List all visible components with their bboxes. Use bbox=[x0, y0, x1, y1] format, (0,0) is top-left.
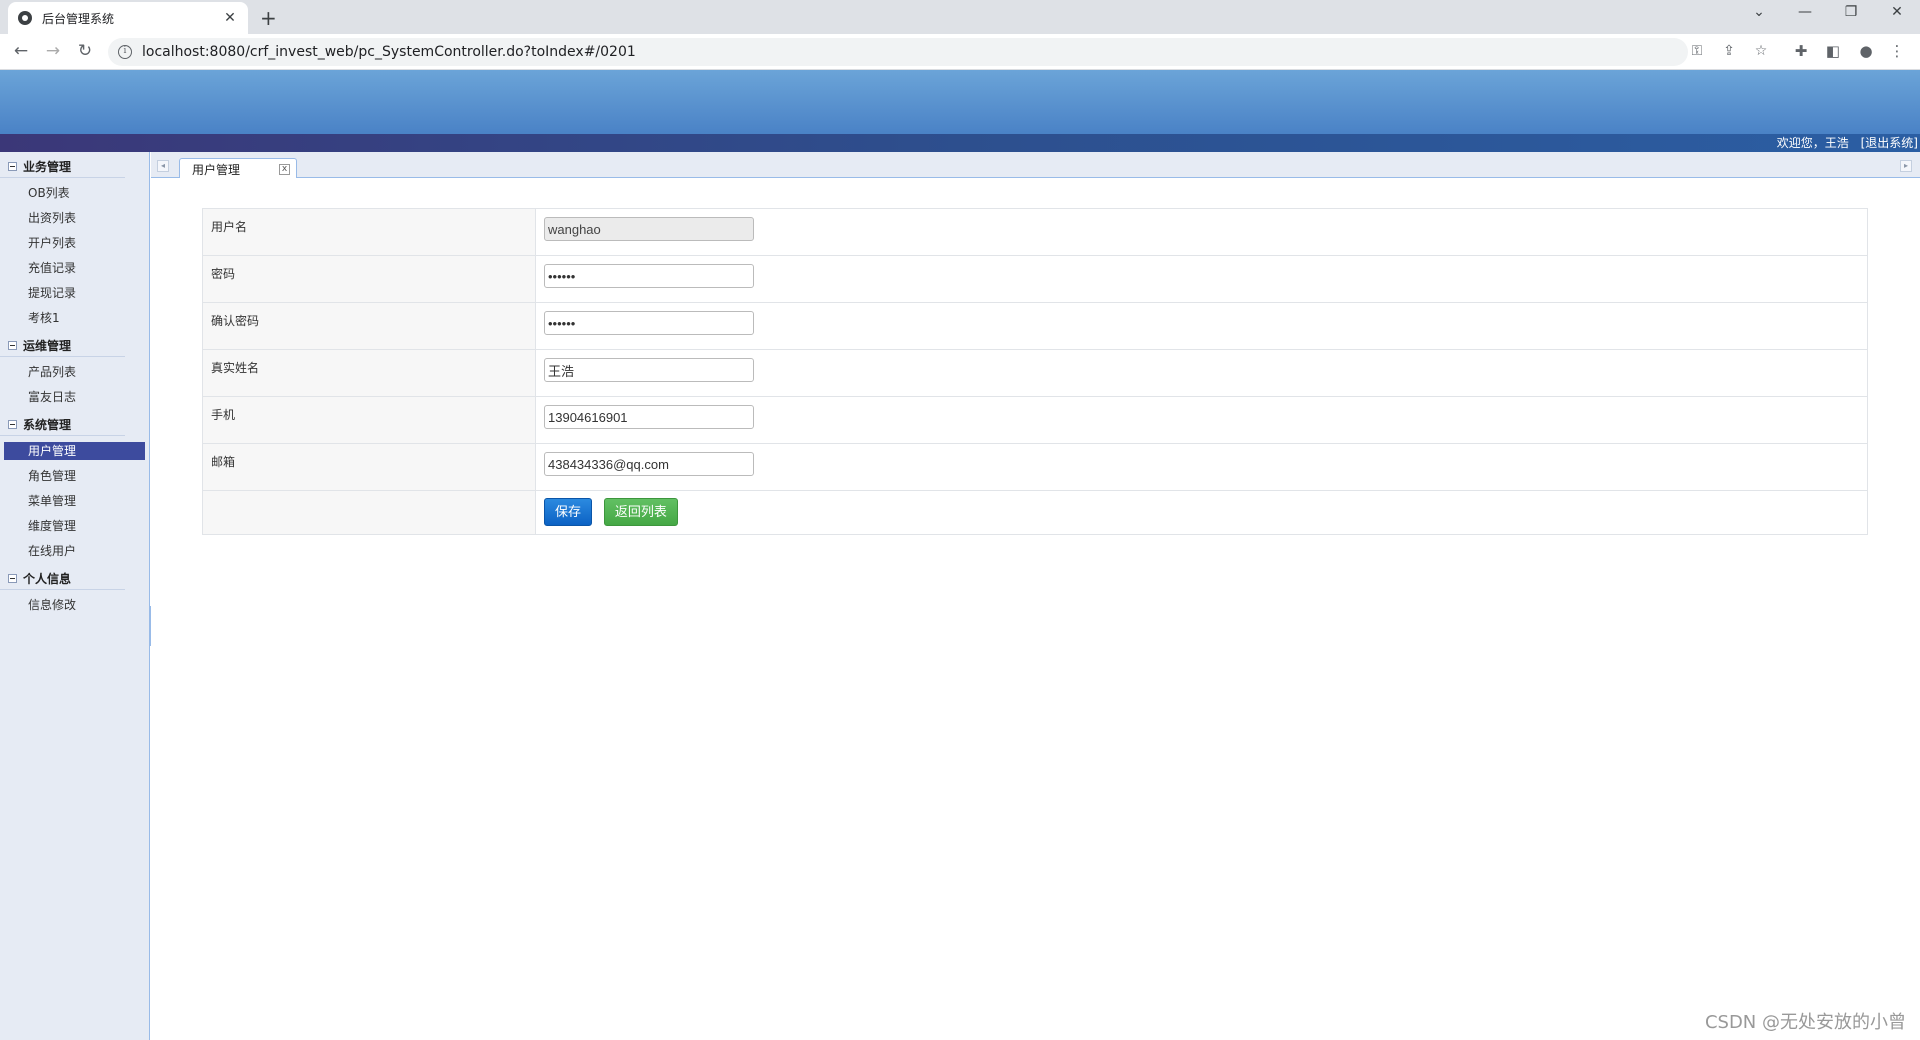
tab-user-management[interactable]: 用户管理 x bbox=[179, 158, 297, 179]
tab-search-icon[interactable]: ⌄ bbox=[1744, 4, 1774, 20]
menu-group-personal[interactable]: 个人信息 bbox=[0, 568, 125, 590]
sidebar-item-user-management[interactable]: 用户管理 bbox=[4, 442, 145, 460]
share-icon[interactable]: ⇪ bbox=[1720, 43, 1738, 59]
extensions-icon[interactable]: ✚ bbox=[1790, 42, 1812, 60]
side-panel-icon[interactable]: ◧ bbox=[1822, 42, 1844, 60]
phone-input[interactable] bbox=[544, 405, 754, 429]
globe-icon bbox=[18, 11, 32, 25]
email-label: 邮箱 bbox=[202, 443, 536, 491]
browser-tab-bar: 后台管理系统 ✕ + ⌄ — ❐ ✕ bbox=[0, 0, 1920, 34]
back-arrow-icon[interactable]: ← bbox=[10, 41, 32, 61]
form-row-email: 邮箱 bbox=[202, 443, 1868, 491]
sidebar-item-dimension-management[interactable]: 维度管理 bbox=[0, 514, 149, 539]
reload-icon[interactable]: ↻ bbox=[74, 41, 96, 61]
collapse-toggle-icon[interactable] bbox=[8, 341, 17, 350]
main-content: 用户名 密码 确认密码 真实姓名 手机 邮箱 保存 返回列表 bbox=[151, 178, 1920, 1040]
sidebar-item-account-list[interactable]: 开户列表 bbox=[0, 231, 149, 256]
site-info-icon[interactable]: i bbox=[118, 45, 132, 59]
sidebar-item-role-management[interactable]: 角色管理 bbox=[0, 464, 149, 489]
password-label: 密码 bbox=[202, 255, 536, 303]
logout-link[interactable]: [退出系统] bbox=[1861, 136, 1918, 150]
minimize-button[interactable]: — bbox=[1790, 4, 1820, 20]
menu-group-business[interactable]: 业务管理 bbox=[0, 156, 125, 178]
menu-group-title: 个人信息 bbox=[23, 571, 72, 586]
form-row-phone: 手机 bbox=[202, 396, 1868, 444]
bookmark-star-icon[interactable]: ☆ bbox=[1752, 43, 1770, 59]
welcome-text: 欢迎您，王浩 bbox=[1776, 136, 1849, 150]
back-to-list-button[interactable]: 返回列表 bbox=[603, 498, 678, 526]
actions-label-cell bbox=[202, 490, 536, 535]
sidebar-item-product-list[interactable]: 产品列表 bbox=[0, 360, 149, 385]
new-tab-button[interactable]: + bbox=[260, 6, 277, 30]
tab-scroll-left-icon[interactable]: ◂ bbox=[157, 160, 169, 172]
form-row-confirm-password: 确认密码 bbox=[202, 302, 1868, 350]
key-icon[interactable]: ⚿ bbox=[1688, 43, 1706, 59]
app-banner bbox=[0, 70, 1920, 134]
phone-label: 手机 bbox=[202, 396, 536, 444]
tab-close-icon[interactable]: ✕ bbox=[222, 10, 238, 26]
tab-close-icon[interactable]: x bbox=[279, 163, 290, 175]
browser-tab[interactable]: 后台管理系统 ✕ bbox=[8, 2, 248, 34]
close-window-button[interactable]: ✕ bbox=[1882, 4, 1912, 20]
sidebar-item-ob-list[interactable]: OB列表 bbox=[0, 181, 149, 206]
menu-kebab-icon[interactable]: ⋮ bbox=[1886, 42, 1908, 60]
save-button[interactable]: 保存 bbox=[544, 498, 593, 526]
password-input[interactable] bbox=[544, 264, 754, 288]
url-text[interactable]: localhost:8080/crf_invest_web/pc_SystemC… bbox=[142, 44, 636, 60]
profile-avatar-icon[interactable]: ● bbox=[1855, 42, 1877, 60]
menu-group-title: 系统管理 bbox=[23, 417, 72, 432]
form-row-username: 用户名 bbox=[202, 208, 1868, 256]
collapse-toggle-icon[interactable] bbox=[8, 162, 17, 171]
form-row-password: 密码 bbox=[202, 255, 1868, 303]
menu-group-operations[interactable]: 运维管理 bbox=[0, 335, 125, 357]
sidebar-menu: 业务管理 OB列表 出资列表 开户列表 充值记录 提现记录 考核1 运维管理 产… bbox=[0, 152, 150, 1040]
user-status-bar: 欢迎您，王浩 [退出系统] bbox=[0, 134, 1920, 152]
form-row-actions: 保存 返回列表 bbox=[202, 490, 1868, 535]
sidebar-item-withdraw-records[interactable]: 提现记录 bbox=[0, 281, 149, 306]
sidebar-item-menu-management[interactable]: 菜单管理 bbox=[0, 489, 149, 514]
watermark-text: CSDN @无处安放的小曾 bbox=[1704, 1012, 1906, 1033]
sidebar-item-fuyou-log[interactable]: 富友日志 bbox=[0, 385, 149, 410]
address-toolbar: ← → ↻ i localhost:8080/crf_invest_web/pc… bbox=[0, 34, 1920, 70]
menu-group-title: 运维管理 bbox=[23, 338, 72, 353]
url-bar[interactable]: i localhost:8080/crf_invest_web/pc_Syste… bbox=[108, 38, 1688, 66]
form-row-realname: 真实姓名 bbox=[202, 349, 1868, 397]
sidebar-item-profile-edit[interactable]: 信息修改 bbox=[0, 593, 149, 618]
sidebar-item-assessment[interactable]: 考核1 bbox=[0, 306, 149, 331]
sidebar-item-funding-list[interactable]: 出资列表 bbox=[0, 206, 149, 231]
confirm-password-input[interactable] bbox=[544, 311, 754, 335]
collapse-toggle-icon[interactable] bbox=[8, 574, 17, 583]
username-label: 用户名 bbox=[202, 208, 536, 256]
confirm-password-label: 确认密码 bbox=[202, 302, 536, 350]
email-input[interactable] bbox=[544, 452, 754, 476]
username-input[interactable] bbox=[544, 217, 754, 241]
tab-scroll-right-icon[interactable]: ▸ bbox=[1900, 160, 1912, 172]
menu-group-system[interactable]: 系统管理 bbox=[0, 414, 125, 436]
user-edit-form: 用户名 密码 确认密码 真实姓名 手机 邮箱 保存 返回列表 bbox=[202, 208, 1868, 535]
page-tabs: ◂ 用户管理 x ▸ bbox=[151, 152, 1920, 179]
collapse-toggle-icon[interactable] bbox=[8, 420, 17, 429]
realname-label: 真实姓名 bbox=[202, 349, 536, 397]
forward-arrow-icon[interactable]: → bbox=[42, 41, 64, 61]
restore-button[interactable]: ❐ bbox=[1836, 4, 1866, 20]
menu-group-title: 业务管理 bbox=[23, 159, 72, 174]
realname-input[interactable] bbox=[544, 358, 754, 382]
browser-tab-title: 后台管理系统 bbox=[42, 11, 115, 26]
tab-label: 用户管理 bbox=[192, 162, 241, 177]
sidebar-item-recharge-records[interactable]: 充值记录 bbox=[0, 256, 149, 281]
sidebar-item-online-users[interactable]: 在线用户 bbox=[0, 539, 149, 564]
